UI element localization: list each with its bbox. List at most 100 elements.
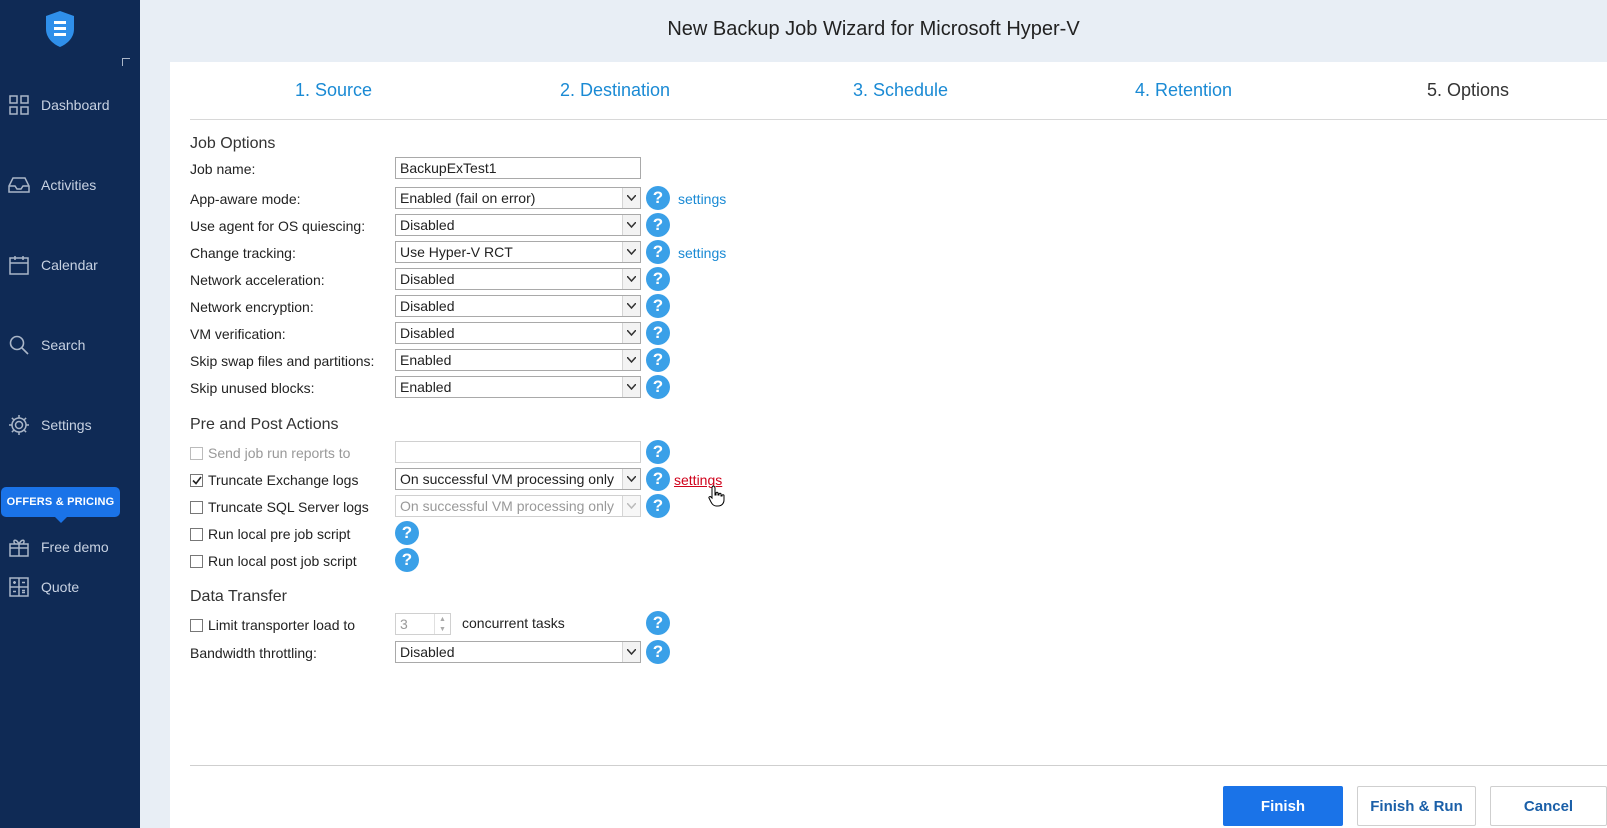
offers-pricing-badge[interactable]: OFFERS & PRICING bbox=[1, 487, 120, 523]
inbox-icon bbox=[8, 174, 30, 196]
data-transfer-heading: Data Transfer bbox=[190, 588, 287, 605]
app-aware-select[interactable]: Enabled (fail on error) bbox=[395, 187, 641, 209]
chevron-down-icon bbox=[622, 642, 640, 662]
help-icon[interactable]: ? bbox=[646, 294, 670, 318]
pre-post-heading: Pre and Post Actions bbox=[190, 416, 339, 433]
post-script-row: Run local post job script bbox=[190, 553, 357, 569]
help-icon[interactable]: ? bbox=[646, 321, 670, 345]
skip-swap-select[interactable]: Enabled bbox=[395, 349, 641, 371]
pre-script-row: Run local pre job script bbox=[190, 526, 350, 542]
limit-transporter-checkbox[interactable] bbox=[190, 618, 203, 632]
send-reports-checkbox[interactable] bbox=[190, 446, 203, 460]
app-logo-icon[interactable] bbox=[44, 10, 76, 48]
page-title: New Backup Job Wizard for Microsoft Hype… bbox=[667, 18, 1080, 40]
truncate-sql-select[interactable]: On successful VM processing only bbox=[395, 495, 641, 517]
app-aware-label: App-aware mode: bbox=[190, 191, 301, 207]
tab-options[interactable]: 5. Options bbox=[1427, 80, 1509, 101]
skip-unused-label: Skip unused blocks: bbox=[190, 380, 315, 396]
sidebar-item-settings[interactable]: Settings bbox=[0, 410, 140, 440]
finish-button[interactable]: Finish bbox=[1223, 786, 1343, 826]
help-icon[interactable]: ? bbox=[646, 240, 670, 264]
chevron-down-icon bbox=[622, 350, 640, 370]
help-icon[interactable]: ? bbox=[395, 548, 419, 572]
calendar-icon bbox=[8, 254, 30, 276]
stepper-up-icon[interactable]: ▲ bbox=[435, 614, 450, 624]
post-script-label: Run local post job script bbox=[208, 553, 357, 569]
post-script-checkbox[interactable] bbox=[190, 554, 203, 568]
network-acceleration-label: Network acceleration: bbox=[190, 272, 325, 288]
dashboard-icon bbox=[8, 94, 30, 116]
collapse-sidebar-icon[interactable] bbox=[122, 58, 130, 66]
limit-transporter-row: Limit transporter load to bbox=[190, 617, 355, 633]
chevron-down-icon bbox=[622, 469, 640, 489]
sidebar-item-activities[interactable]: Activities bbox=[0, 170, 140, 200]
chevron-down-icon bbox=[622, 188, 640, 208]
network-acceleration-select[interactable]: Disabled bbox=[395, 268, 641, 290]
help-icon[interactable]: ? bbox=[646, 494, 670, 518]
app-aware-settings-link[interactable]: settings bbox=[678, 191, 726, 207]
sidebar-item-label: Activities bbox=[41, 177, 97, 193]
finish-run-button[interactable]: Finish & Run bbox=[1357, 786, 1476, 826]
concurrent-tasks-label: concurrent tasks bbox=[462, 615, 565, 631]
change-tracking-label: Change tracking: bbox=[190, 245, 296, 261]
change-tracking-select[interactable]: Use Hyper-V RCT bbox=[395, 241, 641, 263]
sidebar-item-label: Calendar bbox=[41, 257, 98, 273]
sidebar-item-quote[interactable]: Quote bbox=[0, 572, 140, 602]
sidebar-item-label: Quote bbox=[41, 579, 80, 595]
send-reports-input[interactable] bbox=[395, 441, 641, 463]
tab-destination[interactable]: 2. Destination bbox=[560, 80, 670, 101]
help-icon[interactable]: ? bbox=[646, 186, 670, 210]
job-name-input[interactable]: BackupExTest1 bbox=[395, 157, 641, 179]
pre-script-label: Run local pre job script bbox=[208, 526, 351, 542]
truncate-exchange-label: Truncate Exchange logs bbox=[208, 472, 359, 488]
skip-unused-select[interactable]: Enabled bbox=[395, 376, 641, 398]
wizard-steps: 1. Source 2. Destination 3. Schedule 4. … bbox=[190, 78, 1607, 120]
help-icon[interactable]: ? bbox=[646, 611, 670, 635]
vm-verification-label: VM verification: bbox=[190, 326, 286, 342]
truncate-sql-row: Truncate SQL Server logs bbox=[190, 499, 369, 515]
sidebar-item-calendar[interactable]: Calendar bbox=[0, 250, 140, 280]
help-icon[interactable]: ? bbox=[646, 375, 670, 399]
calculator-icon bbox=[8, 576, 30, 598]
sidebar-item-free-demo[interactable]: Free demo bbox=[0, 532, 140, 562]
help-icon[interactable]: ? bbox=[646, 267, 670, 291]
sidebar-item-label: Dashboard bbox=[41, 97, 110, 113]
tab-schedule[interactable]: 3. Schedule bbox=[853, 80, 948, 101]
os-quiescing-select[interactable]: Disabled bbox=[395, 214, 641, 236]
help-icon[interactable]: ? bbox=[646, 640, 670, 664]
os-quiescing-label: Use agent for OS quiescing: bbox=[190, 218, 366, 234]
tab-retention[interactable]: 4. Retention bbox=[1135, 80, 1232, 101]
job-name-label: Job name: bbox=[190, 161, 256, 177]
network-encryption-label: Network encryption: bbox=[190, 299, 314, 315]
bandwidth-select[interactable]: Disabled bbox=[395, 641, 641, 663]
concurrent-tasks-stepper[interactable]: 3 ▲ ▼ bbox=[395, 613, 451, 635]
truncate-sql-checkbox[interactable] bbox=[190, 500, 203, 514]
change-tracking-settings-link[interactable]: settings bbox=[678, 245, 726, 261]
gift-icon bbox=[8, 536, 30, 558]
help-icon[interactable]: ? bbox=[646, 440, 670, 464]
help-icon[interactable]: ? bbox=[646, 348, 670, 372]
truncate-sql-label: Truncate SQL Server logs bbox=[208, 499, 369, 515]
tab-source[interactable]: 1. Source bbox=[295, 80, 372, 101]
sidebar-item-label: Free demo bbox=[41, 539, 109, 555]
job-options-heading: Job Options bbox=[190, 135, 276, 152]
help-icon[interactable]: ? bbox=[646, 467, 670, 491]
pre-script-checkbox[interactable] bbox=[190, 527, 203, 541]
vm-verification-select[interactable]: Disabled bbox=[395, 322, 641, 344]
stepper-down-icon[interactable]: ▼ bbox=[435, 624, 450, 634]
chevron-down-icon bbox=[622, 296, 640, 316]
truncate-exchange-row: Truncate Exchange logs bbox=[190, 472, 358, 488]
sidebar: Dashboard Activities Calendar Search Set… bbox=[0, 0, 140, 828]
sidebar-item-label: Search bbox=[41, 337, 86, 353]
send-reports-row: Send job run reports to bbox=[190, 445, 350, 461]
network-encryption-select[interactable]: Disabled bbox=[395, 295, 641, 317]
help-icon[interactable]: ? bbox=[395, 521, 419, 545]
send-reports-label: Send job run reports to bbox=[208, 445, 351, 461]
chevron-down-icon bbox=[622, 242, 640, 262]
truncate-exchange-select[interactable]: On successful VM processing only bbox=[395, 468, 641, 490]
help-icon[interactable]: ? bbox=[646, 213, 670, 237]
cancel-button[interactable]: Cancel bbox=[1490, 786, 1607, 826]
sidebar-item-dashboard[interactable]: Dashboard bbox=[0, 90, 140, 120]
sidebar-item-search[interactable]: Search bbox=[0, 330, 140, 360]
truncate-exchange-checkbox[interactable] bbox=[190, 473, 203, 487]
